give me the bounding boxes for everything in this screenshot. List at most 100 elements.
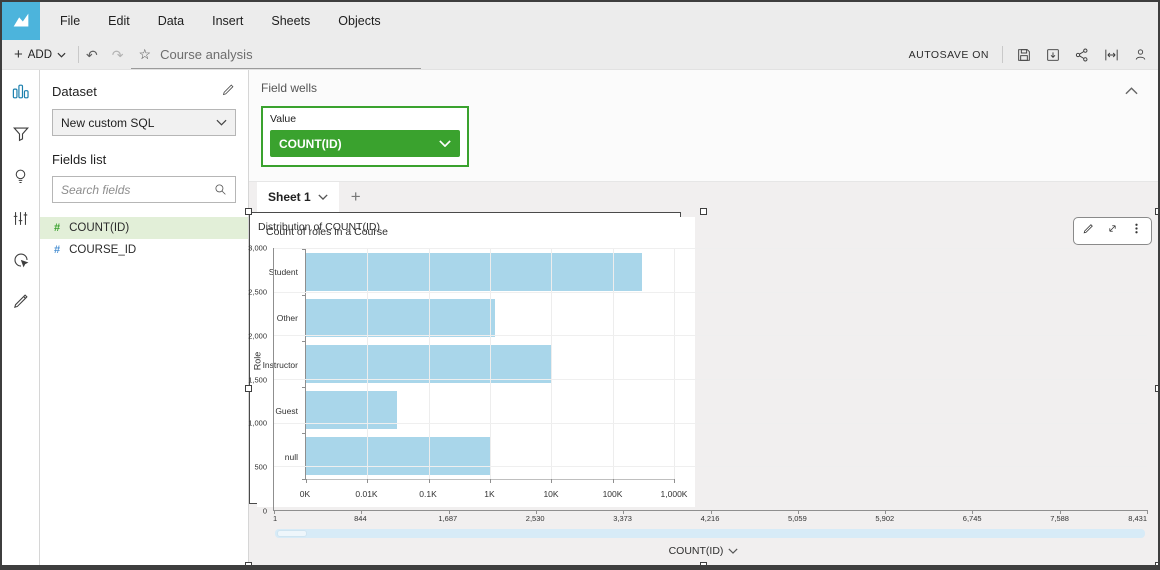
star-icon[interactable]: ☆ — [139, 46, 152, 63]
visual-menu — [1073, 217, 1152, 245]
add-label: ADD — [28, 49, 52, 61]
selection-handle[interactable] — [245, 562, 252, 569]
parameters-icon[interactable] — [12, 210, 29, 232]
gridline — [274, 423, 1147, 424]
chevron-down-icon — [439, 140, 451, 147]
numeric-field-icon: # — [54, 222, 60, 234]
sheet-canvas: Count of roles in a Course Role StudentO… — [249, 212, 1158, 565]
selection-handle[interactable] — [1155, 562, 1160, 569]
x-axis-label-text: COUNT(ID) — [669, 545, 724, 557]
dataset-panel: Dataset New custom SQL Fields list #COUN… — [40, 70, 249, 565]
fields-list-label: Fields list — [52, 152, 236, 167]
autosave-status[interactable]: AUTOSAVE ON — [909, 49, 989, 61]
dataset-name: New custom SQL — [61, 116, 154, 130]
y-tick-label: 500 — [254, 463, 267, 472]
collapse-field-wells-icon[interactable] — [1125, 82, 1138, 100]
axis-tick — [1147, 510, 1148, 514]
visualize-icon[interactable] — [11, 82, 30, 106]
field-wells-section: Field wells Value COUNT(ID) — [249, 70, 1158, 182]
selection-handle[interactable] — [700, 562, 707, 569]
x-tick-label: 4,216 — [701, 514, 720, 523]
scrollbar-handle[interactable] — [277, 530, 307, 537]
analysis-title-field[interactable]: ☆ Course analysis — [131, 40, 421, 69]
themes-icon[interactable] — [12, 293, 29, 315]
edit-visual-icon[interactable] — [1082, 222, 1095, 240]
menu-item-objects[interactable]: Objects — [324, 2, 394, 40]
x-axis-label[interactable]: COUNT(ID) — [249, 545, 1158, 557]
menu-item-file[interactable]: File — [46, 2, 94, 40]
x-tick-label: 1 — [273, 514, 277, 523]
search-box — [52, 176, 236, 203]
undo-button[interactable]: ↶ — [79, 48, 105, 62]
actions-icon[interactable] — [12, 251, 30, 274]
share-icon[interactable] — [1074, 47, 1090, 63]
dataset-select[interactable]: New custom SQL — [52, 109, 236, 136]
x-tick-label: 7,588 — [1050, 514, 1069, 523]
menu-bar: FileEditDataInsertSheetsObjects — [2, 2, 1158, 40]
menu-items: FileEditDataInsertSheetsObjects — [46, 2, 395, 40]
selection-handle[interactable] — [245, 208, 252, 215]
selection-handle[interactable] — [700, 208, 707, 215]
edit-dataset-icon[interactable] — [221, 82, 236, 100]
x-tick-label: 1,687 — [438, 514, 457, 523]
selection-handle[interactable] — [1155, 208, 1160, 215]
y-tick-label: 2,000 — [248, 331, 267, 340]
selection-handle[interactable] — [1155, 385, 1160, 392]
sheet-tab-label: Sheet 1 — [268, 190, 311, 204]
x-tick-label: 844 — [354, 514, 367, 523]
filter-icon[interactable] — [12, 125, 30, 148]
tab-sheet-1[interactable]: Sheet 1 — [257, 182, 339, 212]
x-tick-label: 8,431 — [1128, 514, 1147, 523]
export-icon[interactable] — [1045, 47, 1061, 63]
y-tick-label: 0 — [263, 507, 267, 516]
selection-handle[interactable] — [245, 385, 252, 392]
numeric-field-icon: # — [54, 244, 60, 256]
gridline — [274, 248, 1147, 249]
field-item[interactable]: #COUNT(ID) — [40, 217, 248, 239]
chevron-down-icon — [728, 548, 738, 554]
plus-icon: + — [14, 47, 23, 62]
expand-visual-icon[interactable] — [1106, 222, 1119, 240]
y-tick-label: 1,500 — [248, 375, 267, 384]
axis-scrollbar[interactable] — [275, 529, 1145, 538]
add-button[interactable]: + ADD — [2, 40, 78, 69]
menu-item-data[interactable]: Data — [144, 2, 198, 40]
gridline — [274, 466, 1147, 467]
toolbar-divider — [1002, 46, 1003, 63]
y-tick-label: 3,000 — [248, 244, 267, 253]
kebab-menu-icon[interactable] — [1130, 222, 1143, 240]
x-tick-label: 3,373 — [613, 514, 632, 523]
insights-icon[interactable] — [12, 167, 29, 191]
fit-width-icon[interactable] — [1103, 47, 1120, 63]
field-label: COURSE_ID — [69, 244, 136, 256]
user-icon[interactable] — [1133, 47, 1148, 62]
quicksight-logo-icon[interactable] — [2, 2, 40, 40]
y-tick-label: 2,500 — [248, 287, 267, 296]
x-tick-label: 5,059 — [788, 514, 807, 523]
value-well: Value COUNT(ID) — [261, 106, 469, 167]
menu-item-edit[interactable]: Edit — [94, 2, 144, 40]
chart-title: Distribution of COUNT(ID) — [258, 221, 380, 233]
analysis-title: Course analysis — [160, 47, 253, 62]
value-well-pill[interactable]: COUNT(ID) — [270, 130, 460, 157]
well-name: Value — [270, 113, 460, 125]
menu-item-sheets[interactable]: Sheets — [257, 2, 324, 40]
x-tick-label: 6,745 — [963, 514, 982, 523]
y-tick-label: 1,000 — [248, 419, 267, 428]
field-wells-label: Field wells — [261, 81, 317, 95]
quick-toolbar: + ADD ↶ ↷ ☆ Course analysis AUTOSAVE ON — [2, 40, 1158, 70]
quicksight-window: FileEditDataInsertSheetsObjects + ADD ↶ … — [0, 0, 1160, 570]
x-tick-label: 2,530 — [526, 514, 545, 523]
y-axis-tick-labels: 3,0002,5002,0001,5001,0005000 — [249, 248, 270, 511]
field-item[interactable]: # COURSE_ID — [40, 239, 248, 261]
redo-button[interactable]: ↷ — [105, 48, 131, 62]
menu-item-insert[interactable]: Insert — [198, 2, 257, 40]
histogram-plot — [273, 248, 1147, 511]
chevron-down-icon — [318, 194, 328, 200]
save-icon[interactable] — [1016, 47, 1032, 63]
gridline — [274, 335, 1147, 336]
chevron-down-icon — [57, 52, 66, 58]
search-fields-input[interactable] — [61, 183, 208, 197]
add-sheet-button[interactable]: + — [339, 182, 373, 212]
histogram-visual[interactable]: Distribution of COUNT(ID) 3,000 2,500 2,00… — [249, 212, 681, 504]
